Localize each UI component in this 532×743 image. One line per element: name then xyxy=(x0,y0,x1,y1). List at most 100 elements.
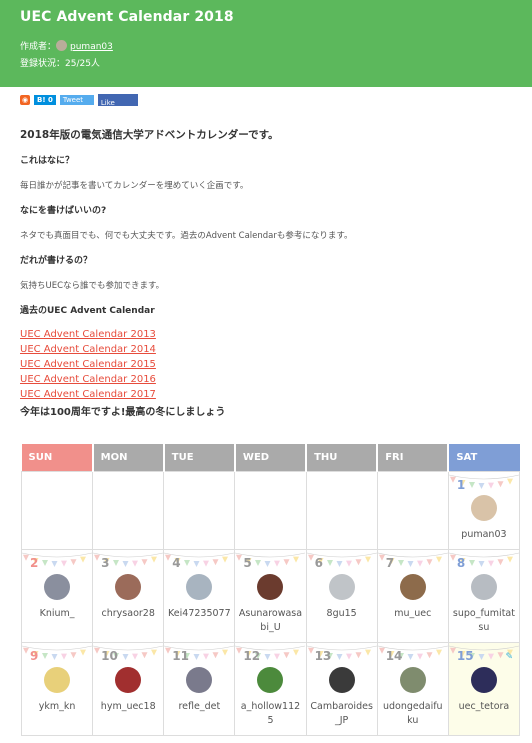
calendar-day-cell[interactable]: 10 hym_uec18 xyxy=(92,642,165,736)
user-name[interactable]: refle_det xyxy=(164,700,234,714)
calendar-day-cell xyxy=(20,471,94,550)
faq-question: だれが書けるの？ xyxy=(20,256,93,266)
past-calendar-links: UEC Advent Calendar 2013 UEC Advent Cale… xyxy=(20,327,520,402)
day-number: 13 xyxy=(314,649,332,663)
rss-icon[interactable]: ◉ xyxy=(20,95,30,105)
user-avatar[interactable] xyxy=(399,574,426,600)
user-name[interactable]: Kei47235077 xyxy=(164,607,234,621)
calendar-day-cell xyxy=(376,471,449,550)
past-calendar-link[interactable]: UEC Advent Calendar 2014 xyxy=(20,342,520,357)
calendar-day-cell xyxy=(92,471,165,550)
weekday-header: THU xyxy=(306,444,379,472)
past-calendar-link[interactable]: UEC Advent Calendar 2013 xyxy=(20,327,520,342)
faq-question: なにを書けばいいの? xyxy=(20,206,107,216)
user-avatar[interactable] xyxy=(470,667,497,693)
user-avatar[interactable] xyxy=(44,667,71,693)
user-avatar[interactable] xyxy=(115,574,142,600)
calendar-day-cell xyxy=(305,471,378,550)
tweet-button[interactable]: Tweet xyxy=(59,95,94,105)
calendar-day-cell[interactable]: 15 uec_tetora ✎ xyxy=(447,642,521,736)
user-name[interactable]: a_hollow1125 xyxy=(235,700,305,728)
calendar-day-cell[interactable]: 8 supo_fumitatsu xyxy=(447,549,521,643)
user-avatar[interactable] xyxy=(328,667,355,693)
user-name[interactable]: puman03 xyxy=(449,528,519,542)
day-number: 12 xyxy=(243,649,261,663)
faq-answer: ネタでも真面目でも、何でも大丈夫です。過去のAdvent Calendarも参考… xyxy=(20,231,353,241)
faq-answer: 気持ちUECなら誰でも参加できます。 xyxy=(20,281,165,291)
user-name[interactable]: mu_uec xyxy=(378,607,448,621)
day-number: 11 xyxy=(172,649,189,663)
faq-question: これはなに？ xyxy=(20,156,75,166)
intro-text: 2018年版の電気通信大学アドベントカレンダーです。 xyxy=(20,129,279,141)
weekday-header: TUE xyxy=(163,444,236,472)
page-title: UEC Advent Calendar 2018 xyxy=(20,9,234,25)
user-name[interactable]: chrysaor28 xyxy=(93,607,163,621)
user-avatar[interactable] xyxy=(115,667,142,693)
user-avatar[interactable] xyxy=(399,667,426,693)
day-number: 15 xyxy=(456,649,474,663)
calendar-day-cell[interactable]: 4 Kei47235077 xyxy=(163,549,236,643)
calendar-day-cell[interactable]: 6 8gu15 xyxy=(305,549,378,643)
user-name[interactable]: 8gu15 xyxy=(307,607,377,621)
calendar-day-cell[interactable]: 9 ykm_kn xyxy=(20,642,94,736)
calendar-day-cell[interactable]: 13 Cambaroides_JP xyxy=(305,642,378,736)
user-avatar[interactable] xyxy=(186,574,213,600)
calendar-day-cell[interactable]: 14 udongedaifuku xyxy=(376,642,449,736)
user-avatar[interactable] xyxy=(470,495,497,521)
edit-icon[interactable]: ✎ xyxy=(505,652,513,662)
weekday-header-row: SUN MON TUE WED THU FRI SAT xyxy=(21,444,520,472)
day-number: 6 xyxy=(314,556,323,570)
calendar-day-cell xyxy=(234,471,307,550)
author-label: 作成者： xyxy=(20,42,57,52)
user-avatar[interactable] xyxy=(470,574,497,600)
day-number: 8 xyxy=(456,556,466,570)
calendar-day-cell xyxy=(163,471,236,550)
user-name[interactable]: Knium_ xyxy=(22,607,92,621)
day-number: 9 xyxy=(30,649,39,663)
closing-message: 今年は100周年ですよ!最高の冬にしましょう xyxy=(20,407,226,418)
user-name[interactable]: uec_tetora xyxy=(449,700,519,714)
weekday-header: WED xyxy=(234,444,308,472)
user-name[interactable]: Cambaroides_JP xyxy=(307,700,377,728)
weekday-header: SUN xyxy=(21,444,94,472)
calendar-day-cell[interactable]: 1 puman03 xyxy=(447,471,521,550)
share-bar: ◉ B! 0 Tweet Like xyxy=(20,94,138,106)
user-avatar[interactable] xyxy=(44,574,71,600)
author-avatar[interactable] xyxy=(56,40,68,51)
user-name[interactable]: Asunarowasabi_U xyxy=(235,607,305,635)
day-number: 7 xyxy=(385,556,395,570)
user-name[interactable]: supo_fumitatsu xyxy=(449,607,519,635)
advent-calendar: SUN MON TUE WED THU FRI SAT 1 puman03 2 Kni… xyxy=(20,444,521,736)
hatena-bookmark-button[interactable]: B! 0 xyxy=(34,95,56,105)
facebook-like-button[interactable]: Like xyxy=(97,94,138,106)
user-avatar[interactable] xyxy=(328,574,355,600)
weekday-header: FRI xyxy=(377,444,450,472)
weekday-header: SAT xyxy=(448,444,520,472)
calendar-day-cell[interactable]: 3 chrysaor28 xyxy=(92,549,165,643)
user-name[interactable]: hym_uec18 xyxy=(93,700,163,714)
day-number: 5 xyxy=(243,556,252,570)
author-line: 作成者： puman03 xyxy=(20,39,512,56)
calendar-week-row: 1 puman03 xyxy=(20,471,521,550)
day-number: 14 xyxy=(385,649,403,663)
day-number: 3 xyxy=(101,556,110,570)
user-avatar[interactable] xyxy=(257,574,284,600)
calendar-day-cell[interactable]: 11 refle_det xyxy=(163,642,236,736)
calendar-week-row: 9 ykm_kn 10 hym_uec18 11 refle_det 12 a_hollow1… xyxy=(20,642,521,736)
calendar-day-cell[interactable]: 7 mu_uec xyxy=(376,549,449,643)
past-calendar-link[interactable]: UEC Advent Calendar 2016 xyxy=(20,372,520,387)
calendar-week-row: 2 Knium_ 3 chrysaor28 4 Kei47235077 5 Asunarowa… xyxy=(20,549,521,643)
calendar-day-cell[interactable]: 2 Knium_ xyxy=(20,549,94,643)
day-number: 10 xyxy=(101,649,118,663)
weekday-header: MON xyxy=(92,444,165,472)
user-name[interactable]: udongedaifuku xyxy=(378,700,448,728)
past-calendar-link[interactable]: UEC Advent Calendar 2017 xyxy=(20,387,520,402)
past-calendar-link[interactable]: UEC Advent Calendar 2015 xyxy=(20,357,520,372)
user-avatar[interactable] xyxy=(186,667,213,693)
calendar-day-cell[interactable]: 12 a_hollow1125 xyxy=(234,642,307,736)
user-name[interactable]: ykm_kn xyxy=(22,700,92,714)
page-header: UEC Advent Calendar 2018 作成者： puman03 登録状… xyxy=(0,0,532,87)
calendar-day-cell[interactable]: 5 Asunarowasabi_U xyxy=(234,549,307,643)
user-avatar[interactable] xyxy=(257,667,284,693)
author-link[interactable]: puman03 xyxy=(70,42,113,52)
